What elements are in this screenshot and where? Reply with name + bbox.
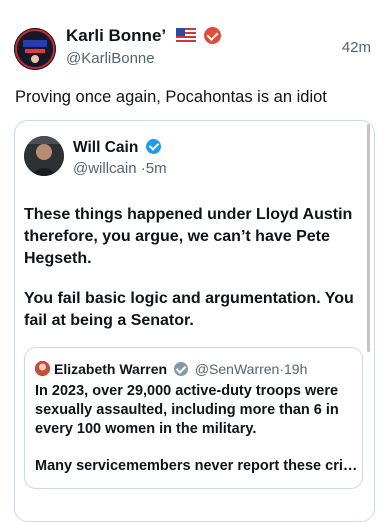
post-author-name[interactable]: Karli Bonne’ [66, 26, 166, 45]
quoted-author-meta: @willcain ·5m [73, 160, 167, 177]
quoted-paragraph-1: These things happened under Lloyd Austin… [24, 206, 353, 267]
nested-paragraph-1: In 2023, over 29,000 active-duty troops … [35, 383, 339, 437]
avatar-image [14, 28, 56, 70]
scrollbar[interactable] [367, 124, 370, 352]
nested-author-name[interactable]: Elizabeth Warren [54, 361, 167, 377]
nested-paragraph-2: Many servicemembers never report these c… [35, 458, 358, 474]
nested-time[interactable]: 19h [284, 361, 307, 377]
author-avatar[interactable] [14, 28, 56, 70]
quoted-author-name[interactable]: Will Cain [73, 139, 138, 156]
quoted-avatar-image [24, 136, 64, 176]
verified-badge-icon [204, 27, 222, 44]
nested-avatar-image [35, 361, 50, 376]
nested-author-row: Elizabeth Warren @SenWarren·19h [54, 361, 307, 377]
post-text: Proving once again, Pocahontas is an idi… [15, 88, 327, 106]
post-author-row: Karli Bonne’ [66, 26, 222, 46]
verified-badge-icon [145, 139, 161, 154]
quoted-author-handle[interactable]: @willcain [73, 160, 137, 177]
post-author-handle[interactable]: @KarliBonne [66, 50, 155, 67]
us-flag-icon [175, 28, 196, 42]
verified-badge-icon [173, 362, 188, 376]
quoted-author-avatar[interactable] [24, 136, 64, 176]
quoted-author-row: Will Cain [73, 139, 161, 157]
quoted-time[interactable]: 5m [146, 160, 167, 177]
post-time[interactable]: 42m [342, 39, 371, 56]
nested-author-handle[interactable]: @SenWarren [195, 361, 280, 377]
nested-author-avatar[interactable] [35, 361, 50, 376]
quoted-paragraph-2: You fail basic logic and argumentation. … [24, 290, 354, 329]
